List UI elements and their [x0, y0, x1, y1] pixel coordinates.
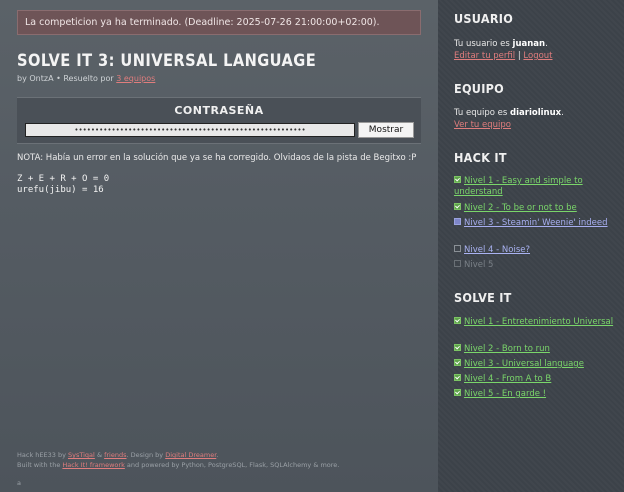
- sidebar: USUARIO Tu usuario es juanan. Editar tu …: [438, 0, 624, 492]
- usuario-label: Tu usuario es: [454, 39, 510, 49]
- footer-link-friends[interactable]: friends: [104, 451, 126, 459]
- checked-icon: [454, 374, 461, 381]
- checkbox-icon: [454, 218, 461, 225]
- page-footer: Hack hEE33 by SysTiqal & friends. Design…: [17, 450, 339, 487]
- checked-icon: [454, 317, 461, 324]
- footer-line-2: Built with the Hack It! framework and po…: [17, 460, 339, 470]
- challenge-title: SOLVE IT 3: UNIVERSAL LANGUAGE: [17, 51, 317, 71]
- solveit-level-label[interactable]: Nivel 4 - From A to B: [464, 374, 551, 384]
- hackit-level-5: Nivel 5: [454, 260, 614, 271]
- checked-icon: [454, 176, 461, 183]
- footer-link-framework[interactable]: Hack It! framework: [62, 461, 124, 469]
- equipo-line: Tu equipo es diariolinux.: [454, 108, 564, 118]
- usuario-heading: USUARIO: [454, 11, 514, 26]
- solveit-level-label[interactable]: Nivel 5 - En garde !: [464, 389, 546, 399]
- equipo-label: Tu equipo es: [454, 108, 508, 118]
- footer-line-1: Hack hEE33 by SysTiqal & friends. Design…: [17, 450, 339, 460]
- footer-link-designer[interactable]: Digital Dreamer: [165, 451, 216, 459]
- footer-text: Built with the: [17, 461, 61, 469]
- footer-text: .: [216, 451, 219, 459]
- checked-icon: [454, 359, 461, 366]
- hackit-level-1[interactable]: Nivel 1 - Easy and simple to understand: [454, 176, 614, 198]
- hackit-level-label[interactable]: Nivel 1 - Easy and simple to understand: [454, 176, 583, 197]
- solveit-level-label[interactable]: Nivel 1 - Entretenimiento Universal: [464, 317, 613, 327]
- hackit-level-label: Nivel 5: [464, 260, 494, 270]
- footer-version: a: [17, 479, 21, 487]
- solved-text: • Resuelto por: [56, 74, 114, 83]
- logout-link[interactable]: Logout: [523, 51, 552, 61]
- checked-icon: [454, 203, 461, 210]
- password-panel: CONTRASEÑA •••••••••••••••••••••••••••••…: [17, 97, 421, 144]
- main-content: La competicion ya ha terminado. (Deadlin…: [0, 0, 438, 492]
- checkbox-icon: [454, 245, 461, 252]
- solveit-level-label[interactable]: Nivel 3 - Universal language: [464, 359, 584, 369]
- by-prefix: by: [17, 74, 27, 83]
- footer-text: &: [96, 451, 103, 459]
- deadline-alert: La competicion ya ha terminado. (Deadlin…: [17, 10, 421, 35]
- hackit-level-label[interactable]: Nivel 2 - To be or not to be: [464, 203, 577, 213]
- solved-count-link[interactable]: 3 equipos: [116, 74, 155, 83]
- solveit-heading: SOLVE IT: [454, 290, 512, 305]
- checked-icon: [454, 389, 461, 396]
- solveit-level-label[interactable]: Nivel 2 - Born to run: [464, 344, 550, 354]
- edit-profile-link[interactable]: Editar tu perfil: [454, 51, 515, 61]
- checked-icon: [454, 344, 461, 351]
- challenge-byline: by OntzA • Resuelto por 3 equipos: [17, 74, 155, 83]
- footer-link-systiqal[interactable]: SysTiqal: [68, 451, 95, 459]
- equipo-heading: EQUIPO: [454, 81, 505, 96]
- hackit-level-3[interactable]: Nivel 3 - Steamin' Weenie' indeed: [454, 218, 614, 229]
- solveit-level-2[interactable]: Nivel 2 - Born to run: [454, 344, 614, 355]
- checkbox-icon: [454, 260, 461, 267]
- team-name: diariolinux: [510, 108, 562, 118]
- footer-text: Hack hEE33 by: [17, 451, 66, 459]
- challenge-code: Z + E + R + O = 0 urefu(jibu) = 16: [17, 174, 110, 195]
- password-field[interactable]: ••••••••••••••••••••••••••••••••••••••••…: [25, 123, 355, 137]
- solveit-level-1[interactable]: Nivel 1 - Entretenimiento Universal: [454, 317, 614, 328]
- footer-text: . Design by: [126, 451, 164, 459]
- solveit-level-4[interactable]: Nivel 4 - From A to B: [454, 374, 614, 385]
- equipo-links: Ver tu equipo: [454, 120, 511, 130]
- author-name: OntzA: [29, 74, 54, 83]
- hackit-level-4[interactable]: Nivel 4 - Noise?: [454, 245, 614, 256]
- hackit-level-2[interactable]: Nivel 2 - To be or not to be: [454, 203, 614, 214]
- password-heading: CONTRASEÑA: [174, 104, 264, 117]
- usuario-links: Editar tu perfil | Logout: [454, 51, 553, 61]
- view-team-link[interactable]: Ver tu equipo: [454, 120, 511, 130]
- hackit-heading: HACK IT: [454, 150, 507, 165]
- link-separator: |: [517, 51, 521, 61]
- usuario-line: Tu usuario es juanan.: [454, 39, 548, 49]
- hackit-level-label[interactable]: Nivel 4 - Noise?: [464, 245, 530, 255]
- hackit-level-label[interactable]: Nivel 3 - Steamin' Weenie' indeed: [464, 218, 608, 228]
- show-password-button[interactable]: Mostrar: [358, 122, 414, 138]
- solveit-level-5[interactable]: Nivel 5 - En garde !: [454, 389, 614, 400]
- solveit-level-3[interactable]: Nivel 3 - Universal language: [454, 359, 614, 370]
- username: juanan: [512, 39, 546, 49]
- footer-text: and powered by Python, PostgreSQL, Flask…: [126, 461, 340, 469]
- challenge-note: NOTA: Había un error en la solución que …: [17, 153, 417, 163]
